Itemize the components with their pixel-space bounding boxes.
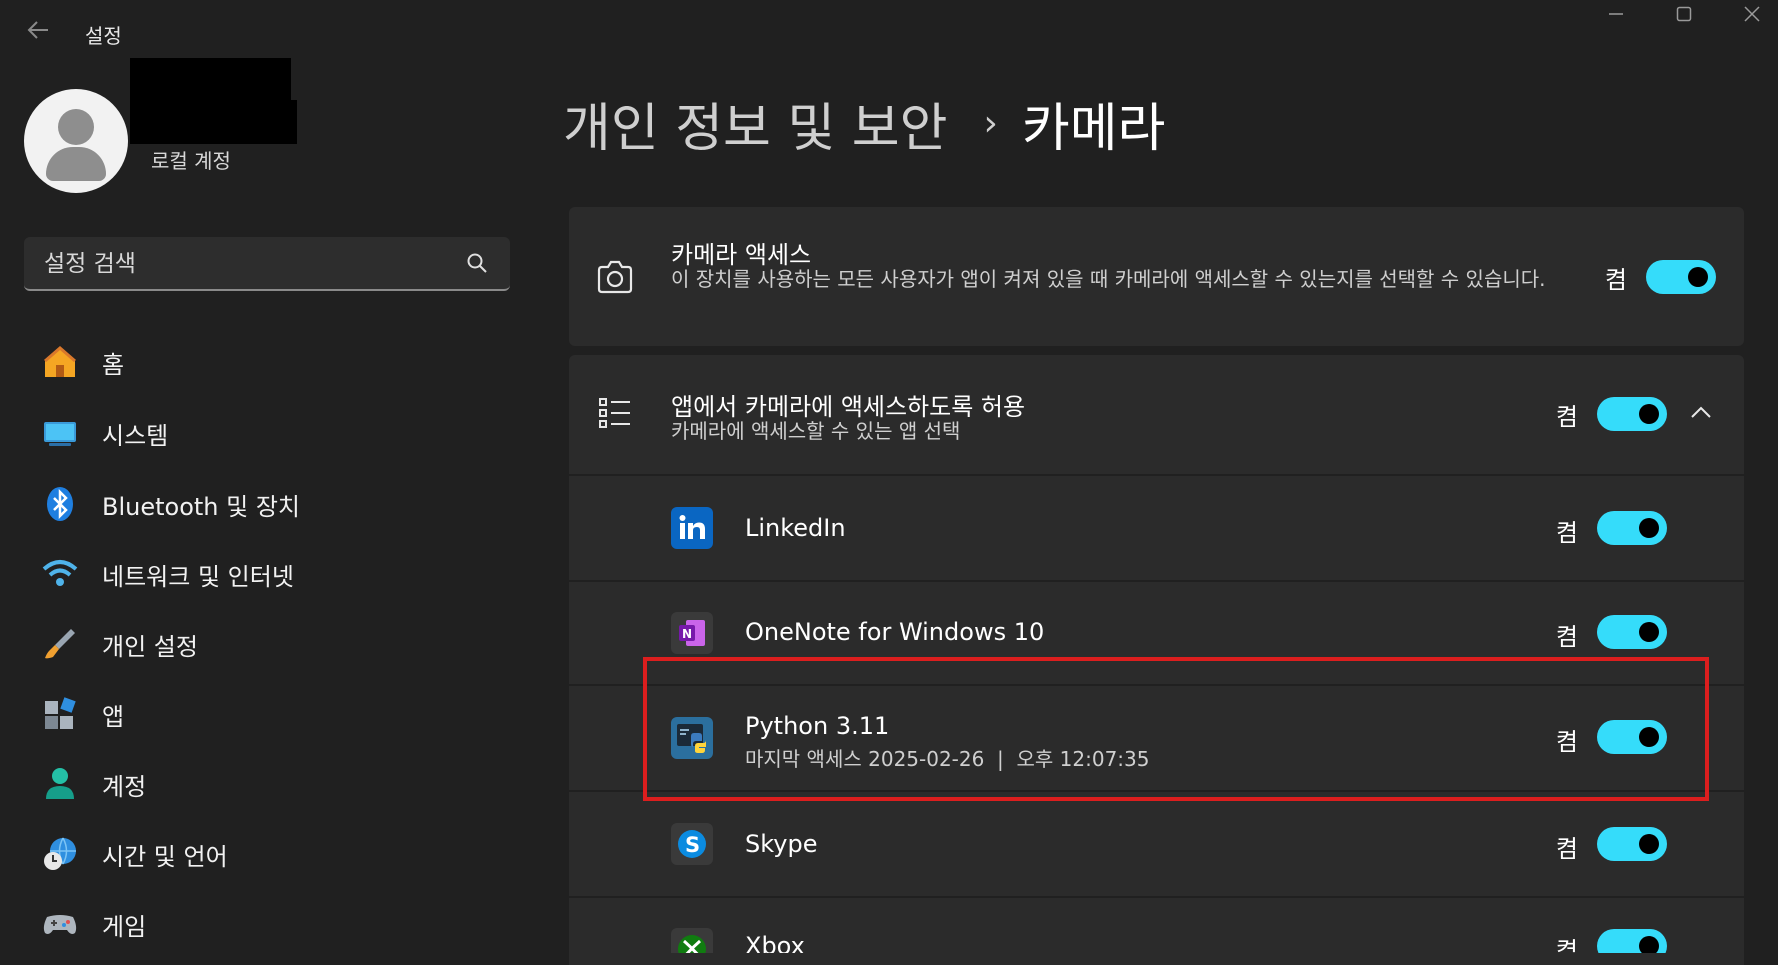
camera-icon — [595, 257, 635, 297]
breadcrumb-separator-icon: › — [983, 103, 998, 144]
wifi-icon — [40, 554, 80, 594]
app-state-skype: 켬 — [1555, 835, 1578, 863]
highlight-box — [643, 657, 1709, 801]
app-access-subtitle: 카메라에 액세스할 수 있는 앱 선택 — [671, 419, 961, 443]
search-input[interactable] — [42, 247, 446, 281]
app-state-linkedin: 켬 — [1555, 519, 1578, 547]
toggle-knob — [1639, 518, 1659, 538]
nav-item-accounts[interactable]: 계정 — [24, 756, 510, 812]
app-title: 설정 — [85, 24, 122, 48]
breadcrumb: 개인 정보 및 보안 › 카메라 — [563, 86, 1165, 161]
account-icon — [40, 764, 80, 804]
nav-label-bluetooth: Bluetooth 및 장치 — [102, 492, 301, 521]
camera-access-toggle[interactable] — [1646, 260, 1716, 294]
list-icon — [595, 393, 635, 433]
nav-label-personalization: 개인 설정 — [102, 632, 198, 661]
system-icon — [40, 413, 80, 453]
camera-access-state: 켬 — [1604, 266, 1627, 294]
app-name-onenote: OneNote for Windows 10 — [745, 618, 1045, 646]
chevron-up-icon[interactable] — [1689, 401, 1715, 427]
paintbrush-icon — [40, 624, 80, 664]
nav-label-system: 시스템 — [102, 421, 169, 450]
search-box[interactable] — [24, 237, 510, 291]
page-title: 카메라 — [1021, 99, 1166, 159]
nav-item-bluetooth[interactable]: Bluetooth 및 장치 — [24, 476, 510, 532]
search-icon[interactable] — [466, 252, 488, 274]
bluetooth-icon — [40, 484, 80, 524]
camera-access-card: 카메라 액세스 이 장치를 사용하는 모든 사용자가 앱이 켜져 있을 때 카메… — [569, 207, 1744, 346]
apps-icon — [40, 694, 80, 734]
nav-label-network: 네트워크 및 인터넷 — [102, 562, 294, 591]
back-button[interactable] — [22, 18, 54, 46]
camera-access-description: 이 장치를 사용하는 모든 사용자가 앱이 켜져 있을 때 카메라에 액세스할 … — [671, 267, 1546, 291]
toggle-knob — [1639, 622, 1659, 642]
nav-item-system[interactable]: 시스템 — [24, 405, 510, 461]
app-state-xbox: 켬 — [1555, 937, 1578, 953]
maximize-button[interactable] — [1654, 2, 1714, 30]
nav-item-apps[interactable]: 앱 — [24, 686, 510, 742]
minimize-button[interactable] — [1586, 2, 1646, 30]
app-name-linkedin: LinkedIn — [745, 514, 846, 542]
xbox-icon — [671, 928, 713, 953]
app-toggle-xbox[interactable] — [1597, 929, 1667, 953]
nav-item-home[interactable]: 홈 — [24, 334, 510, 390]
app-access-toggle[interactable] — [1597, 397, 1667, 431]
nav-label-gaming: 게임 — [102, 912, 147, 941]
app-toggle-linkedin[interactable] — [1597, 511, 1667, 545]
app-name-xbox: Xbox — [745, 932, 805, 953]
close-button[interactable] — [1722, 2, 1778, 30]
app-row-xbox: Xbox 켬 — [569, 898, 1744, 953]
account-type: 로컬 계정 — [151, 149, 231, 173]
breadcrumb-parent[interactable]: 개인 정보 및 보안 — [563, 86, 947, 161]
redacted-username — [130, 58, 291, 103]
app-row-skype: S Skype 켬 — [569, 792, 1744, 896]
gamepad-icon — [40, 904, 80, 944]
toggle-knob — [1639, 936, 1659, 953]
home-icon — [40, 342, 80, 382]
back-arrow-icon — [26, 17, 50, 47]
svg-text:S: S — [685, 833, 700, 857]
close-icon — [1744, 6, 1760, 26]
svg-text:N: N — [682, 627, 692, 641]
app-state-onenote: 켬 — [1555, 623, 1578, 651]
avatar-body — [46, 147, 106, 181]
minimize-icon — [1608, 6, 1624, 26]
nav-label-home: 홈 — [102, 350, 125, 379]
avatar[interactable] — [24, 89, 128, 193]
skype-icon: S — [671, 823, 713, 865]
toggle-knob — [1639, 404, 1659, 424]
linkedin-icon — [671, 507, 713, 549]
maximize-icon — [1676, 6, 1692, 26]
time-language-icon — [40, 834, 80, 874]
toggle-knob — [1639, 834, 1659, 854]
app-toggle-onenote[interactable] — [1597, 615, 1667, 649]
onenote-icon: N — [671, 612, 713, 654]
avatar-head — [58, 109, 94, 145]
app-access-state: 켬 — [1555, 403, 1578, 431]
nav-label-accounts: 계정 — [102, 772, 147, 801]
app-toggle-skype[interactable] — [1597, 827, 1667, 861]
nav-item-time-language[interactable]: 시간 및 언어 — [24, 826, 510, 882]
app-name-skype: Skype — [745, 830, 818, 858]
toggle-knob — [1688, 267, 1708, 287]
nav-item-personalization[interactable]: 개인 설정 — [24, 616, 510, 672]
nav-item-network[interactable]: 네트워크 및 인터넷 — [24, 546, 510, 602]
nav-label-apps: 앱 — [102, 702, 125, 731]
redacted-username-2 — [130, 100, 297, 144]
nav-item-gaming[interactable]: 게임 — [24, 896, 510, 952]
app-row-linkedin: LinkedIn 켬 — [569, 476, 1744, 580]
nav-label-time-language: 시간 및 언어 — [102, 842, 228, 871]
